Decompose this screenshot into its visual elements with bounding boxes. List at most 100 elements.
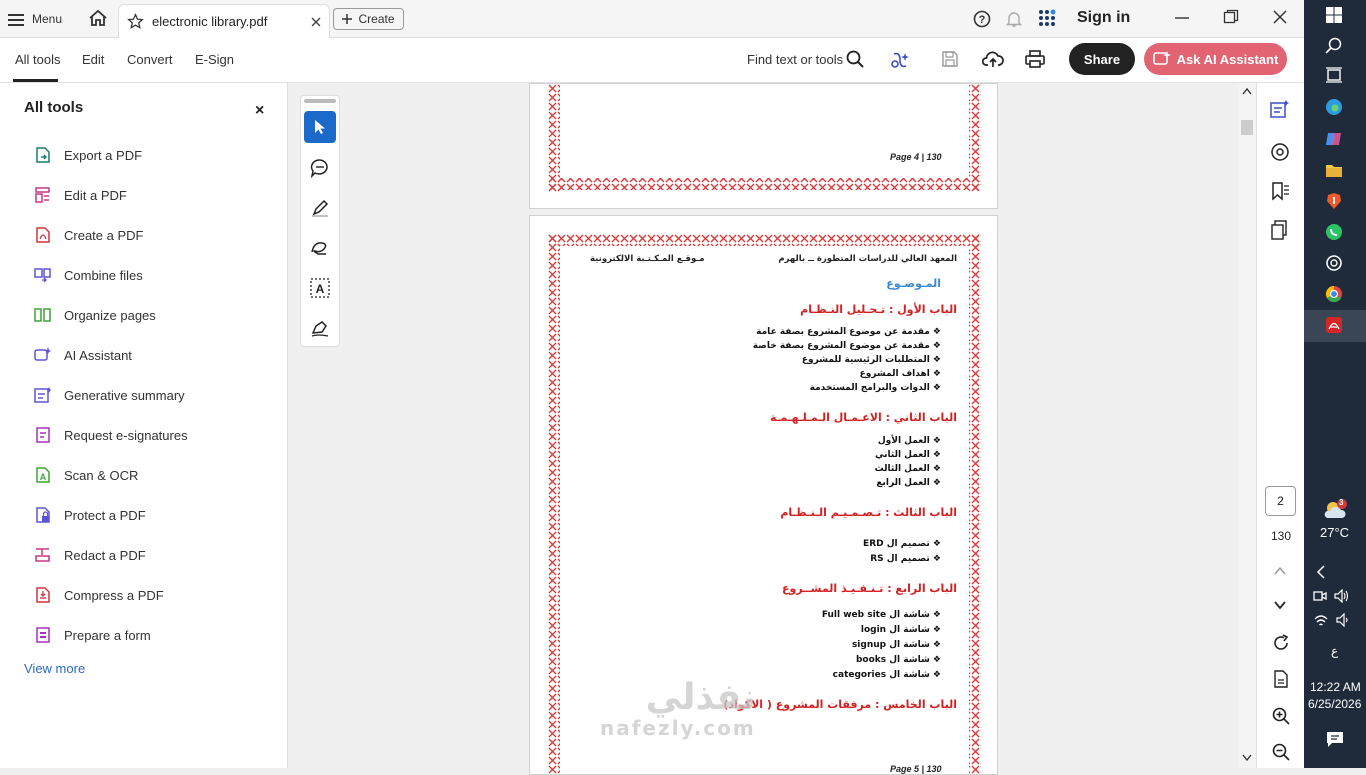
scroll-down-icon[interactable] [1242, 754, 1252, 762]
drag-handle[interactable] [304, 99, 336, 103]
tab-convert[interactable]: Convert [127, 52, 173, 67]
list-item: ❖ المتطلبات الرئيسية للمشروع [801, 355, 941, 365]
comments-rail-icon[interactable] [1270, 142, 1290, 162]
chrome-icon[interactable] [1325, 285, 1345, 305]
chapter-3-heading: الباب الثالث : تـصـمـيـم الـنـظـام [780, 506, 957, 519]
view-more-link[interactable]: View more [24, 661, 85, 676]
tool-edit-pdf[interactable]: Edit a PDF [34, 186, 127, 204]
zoom-out-icon[interactable] [1272, 743, 1290, 761]
tool-prepare-form[interactable]: Prepare a form [34, 626, 151, 644]
cloud-upload-icon[interactable] [982, 50, 1004, 68]
minimize-icon[interactable] [1174, 10, 1190, 26]
windows-start-icon[interactable] [1325, 6, 1345, 26]
find-text-button[interactable]: Find text or tools [747, 52, 843, 67]
chatgpt-icon[interactable] [1325, 254, 1345, 274]
sign-in-link[interactable]: Sign in [1077, 9, 1130, 27]
copilot-icon[interactable] [1325, 130, 1345, 150]
chapter-5-heading: الباب الخامس : مرفقات المشروع ( الاكواد) [723, 698, 957, 711]
close-window-icon[interactable] [1272, 9, 1288, 25]
star-icon[interactable] [127, 13, 144, 30]
tool-label: Generative summary [64, 387, 185, 403]
create-pdf-icon [36, 227, 50, 243]
weather-icon[interactable]: 3 [1322, 498, 1348, 522]
tool-protect-pdf[interactable]: Protect a PDF [34, 506, 146, 524]
notification-bell-icon[interactable] [1005, 10, 1023, 28]
header-library: مـوقـع المـكـتـبة الالكترونية [590, 254, 705, 264]
tool-export-pdf[interactable]: Export a PDF [34, 146, 142, 164]
tool-label: Prepare a form [64, 627, 151, 643]
svg-text:A: A [40, 472, 47, 482]
apps-grid-icon[interactable] [1038, 9, 1056, 27]
generative-summary-rail-icon[interactable] [1270, 99, 1290, 119]
combine-files-icon [34, 268, 51, 283]
pages-rail-icon[interactable] [1270, 220, 1290, 240]
edge-browser-icon[interactable] [1325, 98, 1345, 118]
current-page-input[interactable]: 2 [1265, 486, 1296, 516]
freehand-icon [311, 242, 327, 255]
help-icon[interactable]: ? [973, 10, 991, 28]
tool-redact-pdf[interactable]: Redact a PDF [34, 546, 146, 564]
draw-tool[interactable] [310, 238, 330, 258]
scroll-up-icon[interactable] [1242, 87, 1252, 95]
text-tool[interactable]: A [310, 278, 330, 298]
whatsapp-icon[interactable] [1325, 223, 1345, 243]
home-icon [89, 9, 107, 26]
volume-icon[interactable] [1334, 589, 1350, 603]
page-fit-icon[interactable] [1272, 670, 1290, 688]
tool-scan-ocr[interactable]: A Scan & OCR [34, 466, 138, 484]
bookmarks-rail-icon[interactable] [1270, 181, 1290, 201]
clock-time[interactable]: 12:22 AM [1310, 680, 1361, 694]
close-tab-icon[interactable] [311, 17, 321, 27]
restore-icon[interactable] [1223, 9, 1239, 25]
panel-close-icon[interactable]: × [255, 102, 264, 120]
zoom-in-icon[interactable] [1272, 707, 1290, 725]
home-button[interactable] [88, 8, 108, 28]
clock-date[interactable]: 6/25/2026 [1308, 697, 1361, 711]
tool-label: AI Assistant [64, 347, 132, 363]
tab-edit[interactable]: Edit [82, 52, 104, 67]
input-language[interactable]: ع [1331, 644, 1338, 658]
tool-combine-files[interactable]: Combine files [34, 266, 143, 284]
speaker-icon[interactable] [1336, 613, 1352, 627]
tool-label: Organize pages [64, 307, 156, 323]
save-icon[interactable] [941, 50, 959, 68]
brave-browser-icon[interactable] [1325, 192, 1345, 212]
print-icon[interactable] [1025, 50, 1045, 68]
list-item: ❖ شاشة ال categories [832, 670, 941, 680]
tool-ai-assistant[interactable]: AI Assistant [34, 346, 132, 364]
menu-button[interactable]: Menu [8, 8, 62, 30]
search-icon[interactable] [846, 50, 864, 68]
taskbar-search-icon[interactable] [1325, 37, 1345, 57]
create-button[interactable]: Create [333, 8, 404, 30]
next-page-icon[interactable] [1274, 600, 1286, 610]
task-view-icon[interactable] [1325, 66, 1345, 86]
meet-now-icon[interactable] [1313, 589, 1327, 603]
tool-request-esignatures[interactable]: Request e-signatures [34, 426, 188, 444]
vertical-scrollbar[interactable] [1239, 83, 1256, 768]
tool-create-pdf[interactable]: Create a PDF [34, 226, 143, 244]
sign-tool[interactable] [310, 318, 330, 338]
tool-organize-pages[interactable]: Organize pages [34, 306, 156, 324]
acrobat-icon[interactable] [1325, 316, 1345, 336]
ai-tools-icon[interactable] [890, 50, 910, 70]
tab-e-sign[interactable]: E-Sign [195, 52, 234, 67]
wifi-icon[interactable] [1313, 613, 1329, 627]
list-item: ❖ تصميم ال RS [870, 554, 941, 564]
highlight-tool[interactable] [310, 198, 330, 218]
chevron-left-icon[interactable] [1316, 565, 1326, 579]
tab-all-tools[interactable]: All tools [15, 52, 61, 67]
document-tab[interactable]: electronic library.pdf [118, 4, 330, 38]
tool-generative-summary[interactable]: Generative summary [34, 386, 185, 404]
notifications-icon[interactable] [1326, 730, 1344, 748]
previous-page-icon[interactable] [1274, 566, 1286, 576]
file-explorer-icon[interactable] [1325, 161, 1345, 181]
ask-ai-assistant-button[interactable]: Ask AI Assistant [1144, 43, 1287, 75]
comment-tool[interactable] [310, 158, 330, 178]
refresh-icon[interactable] [1272, 634, 1290, 652]
watermark-url: nafezly.com [600, 716, 756, 740]
tool-compress-pdf[interactable]: Compress a PDF [34, 586, 164, 604]
select-tool-button[interactable] [304, 111, 336, 143]
share-button[interactable]: Share [1069, 43, 1135, 75]
list-item: ❖ مقدمة عن موضوع المشروع بصفة عامة [756, 327, 941, 337]
scrollbar-thumb[interactable] [1241, 120, 1253, 135]
